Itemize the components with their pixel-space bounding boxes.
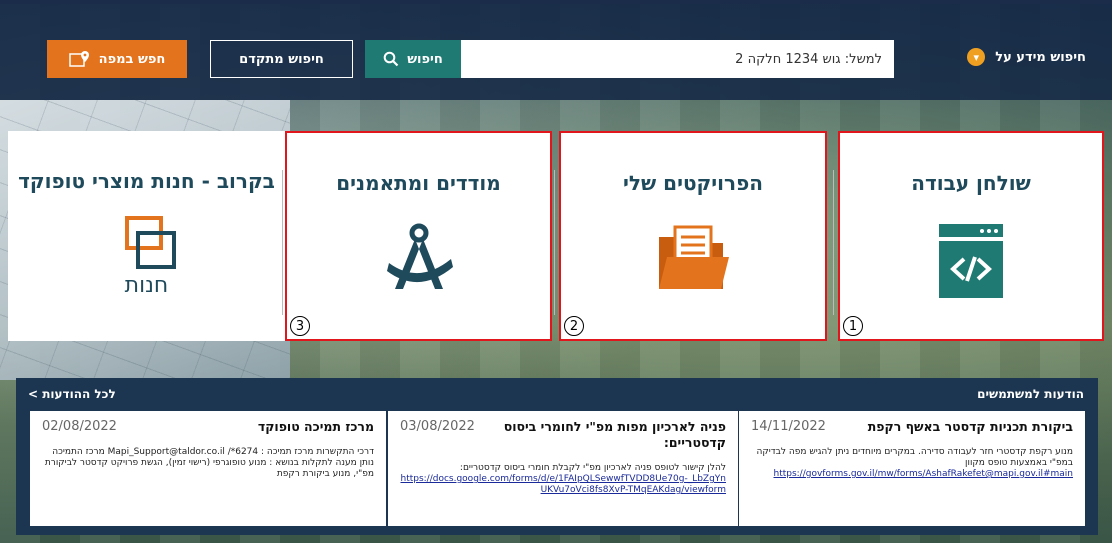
- card-number-badge: 2: [564, 316, 584, 336]
- card-divider: [282, 170, 283, 315]
- card-workspace[interactable]: שולחן עבודה 1: [838, 131, 1104, 341]
- search-bar: חיפוש מידע על ▾ חיפוש חיפוש מתקדם חפש במ…: [0, 0, 1112, 100]
- notice-date: 14/11/2022: [751, 419, 826, 434]
- notices-title: הודעות למשתמשים: [977, 387, 1084, 401]
- card-workspace-title: שולחן עבודה: [911, 171, 1031, 195]
- card-my-projects[interactable]: הפרויקטים שלי 2: [559, 131, 827, 341]
- search-input[interactable]: [460, 40, 894, 78]
- notice-body: מנוע רקפת קדסטרי חזר לעבודה סדירה. במקרי…: [756, 447, 1073, 468]
- store-logo-icon: [124, 216, 176, 269]
- search-button-label: חיפוש: [407, 51, 443, 67]
- search-info-selector[interactable]: חיפוש מידע על ▾: [967, 48, 1086, 66]
- advanced-search-label: חיפוש מתקדם: [239, 51, 324, 67]
- card-number-badge: 1: [843, 316, 863, 336]
- map-search-label: חפש במפה: [98, 51, 166, 67]
- search-icon: [383, 51, 399, 67]
- notices-panel: הודעות למשתמשים לכל ההודעות > ביקורת תכנ…: [16, 378, 1098, 535]
- notice-date: 03/08/2022: [400, 419, 475, 434]
- card-store-title: בקרוב - חנות מוצרי טופוקד: [18, 169, 275, 193]
- map-search-button[interactable]: חפש במפה: [47, 40, 187, 78]
- card-number-badge: 3: [290, 316, 310, 336]
- card-surveyors-title: מודדים ומתאמנים: [336, 171, 501, 195]
- card-surveyors[interactable]: מודדים ומתאמנים 3: [285, 131, 552, 341]
- notice-date: 02/08/2022: [42, 419, 117, 434]
- search-button[interactable]: חיפוש: [365, 40, 461, 78]
- store-logo-label: חנות: [124, 273, 169, 298]
- notice-title: מרכז תמיכה טופוקד: [257, 419, 374, 434]
- notice-link[interactable]: https://govforms.gov.il/mw/forms/AshafRa…: [751, 469, 1073, 480]
- card-my-projects-title: הפרויקטים שלי: [623, 171, 763, 195]
- notice-card: פניה לארכיון מפות מפ"י לחומרי ביסוס קדסט…: [388, 411, 738, 526]
- code-window-icon: [939, 224, 1003, 298]
- card-divider: [833, 170, 834, 315]
- notice-title: ביקורת תכניות קדסטר באשף רקפת: [867, 419, 1073, 434]
- card-divider: [554, 170, 555, 315]
- notice-title: פניה לארכיון מפות מפ"י לחומרי ביסוס קדסט…: [503, 419, 726, 450]
- notice-card: מרכז תמיכה טופוקד 02/08/2022 דרכי התקשרו…: [30, 411, 386, 526]
- map-pin-icon: [68, 51, 89, 67]
- search-info-label: חיפוש מידע על: [995, 49, 1086, 65]
- notice-body: דרכי התקשרות מרכז תמיכה : 6274*/ Mapi_Su…: [44, 447, 374, 479]
- all-notices-link[interactable]: לכל ההודעות >: [28, 387, 116, 401]
- folder-documents-icon: [659, 225, 729, 289]
- advanced-search-button[interactable]: חיפוש מתקדם: [210, 40, 353, 78]
- notice-body: להלן קישור לטופס פניה לארכיון מפ"י לקבלת…: [459, 463, 726, 473]
- notice-link[interactable]: https://docs.google.com/forms/d/e/1FAIpQ…: [400, 474, 726, 496]
- compass-icon: [386, 223, 453, 289]
- notice-card: ביקורת תכניות קדסטר באשף רקפת 14/11/2022…: [739, 411, 1085, 526]
- card-store[interactable]: בקרוב - חנות מוצרי טופוקד חנות: [8, 131, 285, 341]
- chevron-down-icon[interactable]: ▾: [967, 48, 986, 66]
